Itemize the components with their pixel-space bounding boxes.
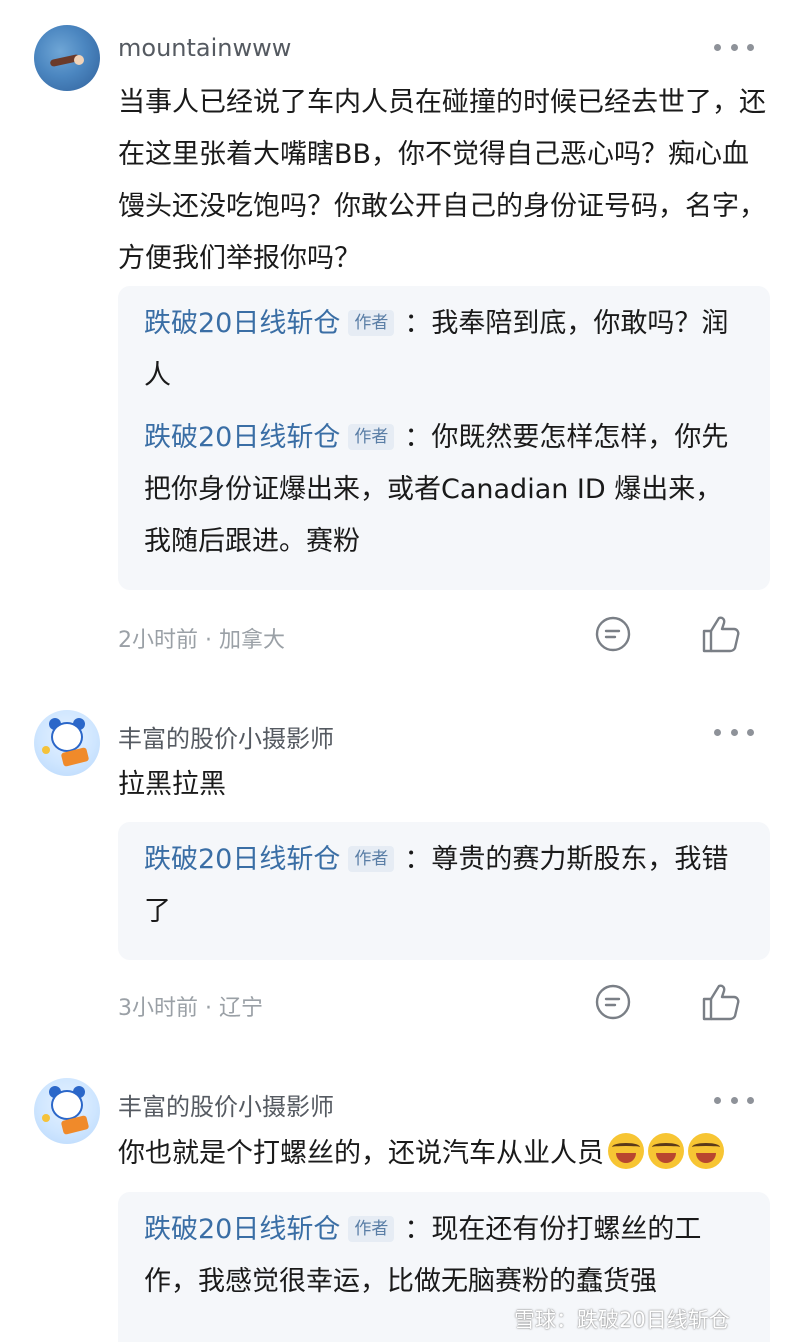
author-badge: 作者 xyxy=(348,310,395,336)
reply-author-link[interactable]: 跌破20日线斩仓 xyxy=(144,844,340,875)
reply-box: 跌破20日线斩仓 作者 ：尊贵的赛力斯股东，我错了 xyxy=(118,822,770,960)
comment-username[interactable]: 丰富的股价小摄影师 xyxy=(118,1087,334,1122)
reply-item[interactable]: 跌破20日线斩仓 作者 ：现在还有份打螺丝的工作，我感觉很幸运，比做无脑赛粉的蠢货强 xyxy=(144,1204,744,1308)
reply-item[interactable]: 跌破20日线斩仓 作者 ：你既然要怎样怎样，你先把你身份证爆出来，或者Canadia… xyxy=(144,412,744,568)
author-badge: 作者 xyxy=(348,846,395,872)
comment-meta: 3小时前 · 辽宁 xyxy=(118,996,263,1021)
author-badge: 作者 xyxy=(348,424,395,450)
comment-bubble-icon[interactable] xyxy=(594,615,632,653)
author-badge: 作者 xyxy=(348,1216,395,1242)
avatar[interactable] xyxy=(34,710,100,776)
reply-author-link[interactable]: 跌破20日线斩仓 xyxy=(144,422,340,453)
more-dots-icon[interactable] xyxy=(714,37,754,57)
reply-author-link[interactable]: 跌破20日线斩仓 xyxy=(144,308,340,339)
thumbs-up-icon[interactable] xyxy=(700,613,742,655)
comment-bubble-icon[interactable] xyxy=(594,983,632,1021)
comment-body: 当事人已经说了车内人员在碰撞的时候已经去世了，还在这里张着大嘴瞎BB，你不觉得自… xyxy=(118,87,766,274)
reply-author-link[interactable]: 跌破20日线斩仓 xyxy=(144,1214,340,1245)
reply-item[interactable]: 跌破20日线斩仓 作者 ：我奉陪到底，你敢吗？润人 xyxy=(144,298,744,402)
avatar[interactable] xyxy=(34,25,100,91)
reply-box: 跌破20日线斩仓 作者 ：我奉陪到底，你敢吗？润人 跌破20日线斩仓 作者 ：你既然要怎… xyxy=(118,286,770,590)
thumbs-up-icon[interactable] xyxy=(700,981,742,1023)
crying-laughing-emoji-icon xyxy=(648,1133,684,1169)
more-dots-icon[interactable] xyxy=(714,1090,754,1110)
avatar[interactable] xyxy=(34,1078,100,1144)
comment-username[interactable]: 丰富的股价小摄影师 xyxy=(118,719,334,754)
crying-laughing-emoji-icon xyxy=(688,1133,724,1169)
watermark: 雪球：跌破20日线斩仓 xyxy=(514,1308,730,1332)
reply-item[interactable]: 跌破20日线斩仓 作者 ：尊贵的赛力斯股东，我错了 xyxy=(144,834,744,938)
comment-meta: 2小时前 · 加拿大 xyxy=(118,628,285,653)
comment-body: 拉黑拉黑 xyxy=(118,769,226,800)
comment-body-text: 你也就是个打螺丝的，还说汽车从业人员 xyxy=(118,1138,604,1169)
comment-username[interactable]: mountainwww xyxy=(118,34,291,62)
more-dots-icon[interactable] xyxy=(714,722,754,742)
crying-laughing-emoji-icon xyxy=(608,1133,644,1169)
comment-body: 你也就是个打螺丝的，还说汽车从业人员 xyxy=(118,1128,768,1180)
